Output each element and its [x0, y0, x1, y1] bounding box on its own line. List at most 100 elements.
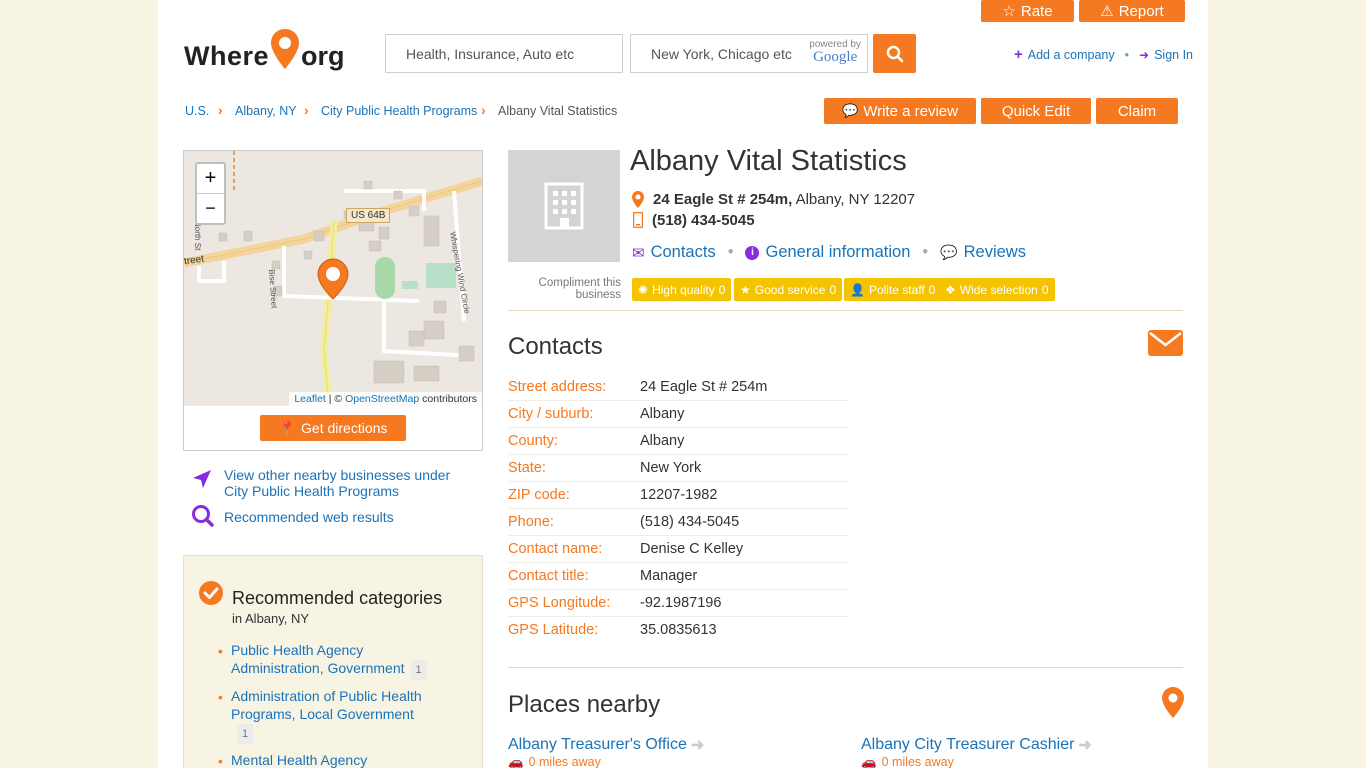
compliment-good-service[interactable]: ★ Good service 0 [734, 278, 843, 301]
contact-label: Street address: [508, 379, 607, 395]
plus-icon: + [1014, 46, 1023, 63]
envelope-icon [1148, 330, 1183, 356]
tab-contacts[interactable]: Contacts [651, 243, 716, 262]
separator-dot: • [922, 243, 929, 261]
arrow-right-icon: ➜ [690, 737, 705, 754]
contact-value: Albany [640, 433, 685, 449]
pin-logo-icon [271, 29, 300, 69]
location-pin-icon [1162, 687, 1184, 718]
claim-button[interactable]: Claim [1096, 98, 1178, 124]
nearby-place[interactable]: Albany City Treasurer Cashier ➜ [861, 735, 1092, 755]
category-link[interactable]: Mental Health Agency [231, 752, 367, 768]
compliment-count: 0 [718, 282, 726, 297]
compliment-label-text: Wide selection [959, 282, 1038, 297]
sign-in-link[interactable]: Sign In [1154, 48, 1193, 62]
compliment-polite-staff[interactable]: 👤 Polite staff 0 [844, 278, 942, 301]
car-icon: 🚗 [508, 755, 524, 768]
contact-label: GPS Latitude: [508, 622, 599, 638]
compliment-label: Compliment this business [538, 277, 621, 301]
compliment-label-text: High quality [652, 282, 715, 297]
add-company-link[interactable]: Add a company [1028, 48, 1115, 62]
category-item[interactable]: Mental Health Agency [231, 751, 431, 768]
compliment-count: 0 [1041, 282, 1049, 297]
nearby-distance: 🚗 0 miles away [861, 755, 954, 768]
info-icon: i [745, 245, 760, 260]
search-button[interactable] [873, 34, 916, 73]
category-link[interactable]: Public Health Agency Administration, Gov… [231, 642, 405, 676]
sign-in-icon: ➜ [1139, 47, 1150, 62]
contact-value: 24 Eagle St # 254m [640, 379, 768, 395]
building-icon [544, 182, 584, 230]
breadcrumb-chevron-icon: › [304, 102, 309, 118]
contact-row: Contact title: Manager [508, 563, 848, 590]
address-city: Albany, NY 12207 [792, 191, 916, 208]
star-icon: ★ [740, 282, 751, 297]
contact-value: (518) 434-5045 [640, 514, 740, 530]
divider [508, 667, 1183, 668]
map-marker-icon[interactable] [317, 258, 349, 300]
breadcrumb-category[interactable]: City Public Health Programs [321, 104, 477, 118]
zoom-out-button[interactable]: − [197, 194, 224, 223]
google-text: Google [813, 49, 858, 65]
contact-value: Albany [640, 406, 685, 422]
rate-button[interactable]: ☆ Rate [981, 0, 1074, 22]
contact-label: State: [508, 460, 546, 476]
map-view[interactable]: US 64B treet Bise Street Whispering Wind… [184, 151, 482, 406]
contact-row: Contact name: Denise C Kelley [508, 536, 848, 563]
page: ☆ Rate ⚠ Report Where org Health, Insuranc… [158, 0, 1208, 768]
zoom-in-button[interactable]: + [197, 164, 224, 194]
breadcrumb-chevron-icon: › [218, 102, 223, 118]
nearby-distance: 🚗 0 miles away [508, 755, 601, 768]
logo-text-left: Where [184, 41, 270, 71]
tab-general-information[interactable]: General information [765, 243, 910, 262]
osm-link[interactable]: OpenStreetMap [345, 393, 419, 405]
user-links: + Add a company • ➜ Sign In [1014, 46, 1193, 63]
search-placeholder: Health, Insurance, Auto etc [406, 45, 575, 62]
check-circle-icon [199, 581, 223, 605]
person-icon: 👤 [850, 282, 865, 297]
contact-label: ZIP code: [508, 487, 570, 503]
logo[interactable]: Where org [184, 29, 345, 72]
car-icon: 🚗 [861, 755, 877, 768]
compliment-label-text: Polite staff [868, 282, 925, 297]
rate-label: Rate [1020, 2, 1053, 20]
contact-row: State: New York [508, 455, 848, 482]
leaflet-link[interactable]: Leaflet [294, 393, 326, 405]
business-phone[interactable]: (518) 434-5045 [652, 212, 755, 229]
contact-label: City / suburb: [508, 406, 594, 422]
contact-value: Denise C Kelley [640, 541, 744, 557]
compliment-high-quality[interactable]: ✺ High quality 0 [632, 278, 732, 301]
contacts-title: Contacts [508, 333, 603, 360]
warning-icon: ⚠ [1100, 3, 1114, 20]
get-directions-button[interactable]: 📍 Get directions [260, 415, 406, 441]
category-link[interactable]: Administration of Public Health Programs… [231, 688, 422, 722]
nearby-businesses-link[interactable]: View other nearby businesses under City … [224, 467, 464, 499]
compliment-count: 0 [829, 282, 837, 297]
location-input[interactable]: New York, Chicago etc powered by Google [630, 34, 868, 73]
nearby-place-link[interactable]: Albany Treasurer's Office [508, 736, 687, 754]
nearby-place-link[interactable]: Albany City Treasurer Cashier [861, 736, 1074, 754]
breadcrumb-chevron-icon: › [481, 102, 486, 118]
breadcrumb-albany[interactable]: Albany, NY [235, 104, 297, 118]
recommended-web-results-link[interactable]: Recommended web results [224, 509, 394, 525]
contact-row: Phone: (518) 434-5045 [508, 509, 848, 536]
tab-reviews[interactable]: Reviews [964, 243, 1026, 262]
report-button[interactable]: ⚠ Report [1079, 0, 1185, 22]
places-nearby-title: Places nearby [508, 691, 661, 718]
nearby-place[interactable]: Albany Treasurer's Office ➜ [508, 735, 704, 755]
get-directions-label: Get directions [301, 420, 388, 436]
quick-edit-button[interactable]: Quick Edit [981, 98, 1091, 124]
search-input[interactable]: Health, Insurance, Auto etc [385, 34, 623, 73]
category-item[interactable]: Administration of Public Health Programs… [231, 687, 431, 744]
contact-label: GPS Longitude: [508, 595, 611, 611]
breadcrumb-us[interactable]: U.S. [185, 104, 209, 118]
arrow-right-icon: ➜ [1078, 737, 1092, 754]
recommended-categories-title: Recommended categories [232, 588, 443, 608]
compliment-wide-selection[interactable]: ❖ Wide selection 0 [939, 278, 1055, 301]
category-item[interactable]: Public Health Agency Administration, Gov… [231, 641, 431, 680]
compliment-count: 0 [928, 282, 936, 297]
write-review-button[interactable]: 💬 Write a review [824, 98, 976, 124]
search-icon [886, 45, 903, 62]
claim-label: Claim [1117, 102, 1157, 120]
distance-text: 0 miles away [881, 755, 954, 768]
